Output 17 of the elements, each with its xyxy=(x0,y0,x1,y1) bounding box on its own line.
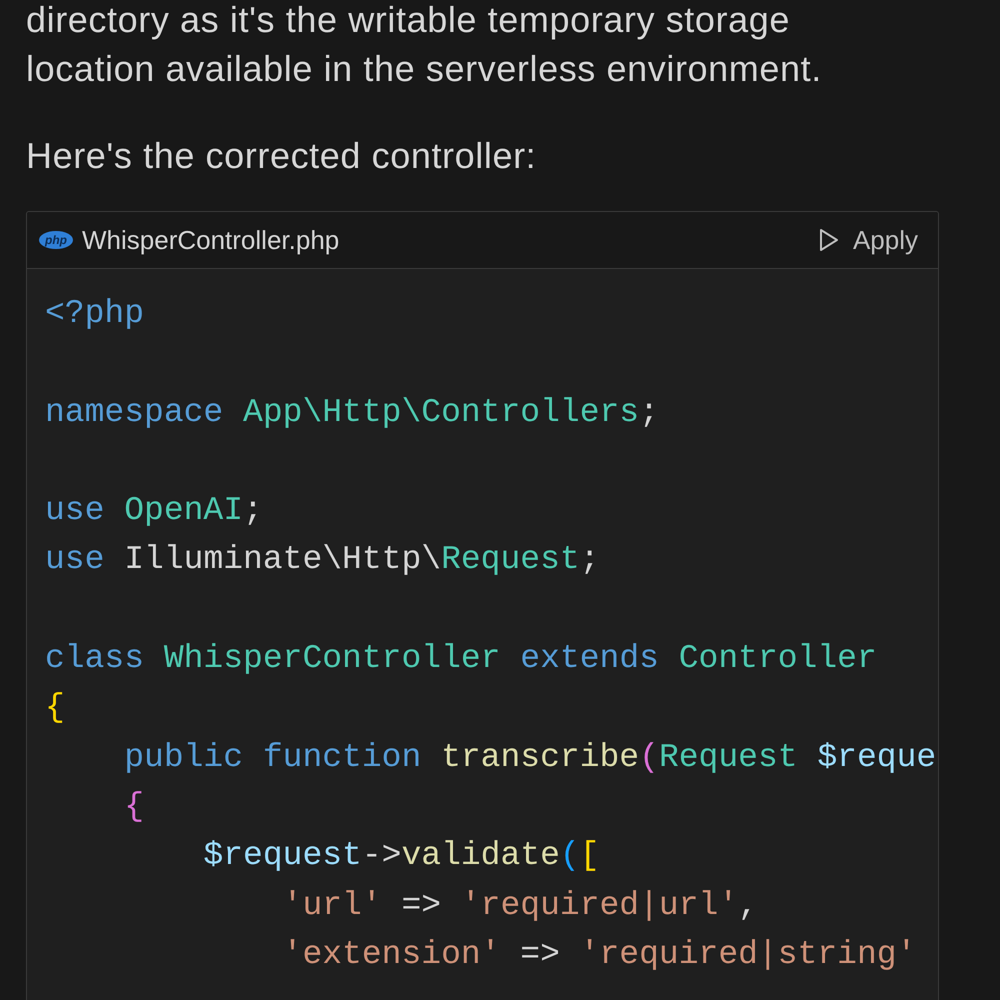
apply-button[interactable]: Apply xyxy=(818,220,918,260)
file-name: WhisperController.php xyxy=(82,224,340,256)
play-icon xyxy=(818,228,839,252)
php-file-icon: php xyxy=(39,231,73,249)
code-line: 'url' => 'required|url', xyxy=(282,886,758,924)
code-line: class WhisperController extends Controller xyxy=(45,640,877,678)
code-line: <?php xyxy=(45,295,144,332)
code-line: use OpenAI; xyxy=(45,492,263,530)
paragraph: Here's the corrected controller: xyxy=(26,134,538,178)
code-line: public function transcribe(Request $reque xyxy=(123,738,936,776)
paragraph: directory as it's the writable temporary storage location available in the serverless environment. xyxy=(26,0,823,91)
code-line: { xyxy=(123,788,144,825)
code-line: 'extension' => 'required|string' xyxy=(282,936,916,973)
code-line: namespace App\Http\Controllers; xyxy=(45,394,659,431)
code-line: $request->validate([ xyxy=(202,837,600,874)
code-line: use Illuminate\Http\Request; xyxy=(45,541,600,578)
code-line: { xyxy=(45,689,65,726)
